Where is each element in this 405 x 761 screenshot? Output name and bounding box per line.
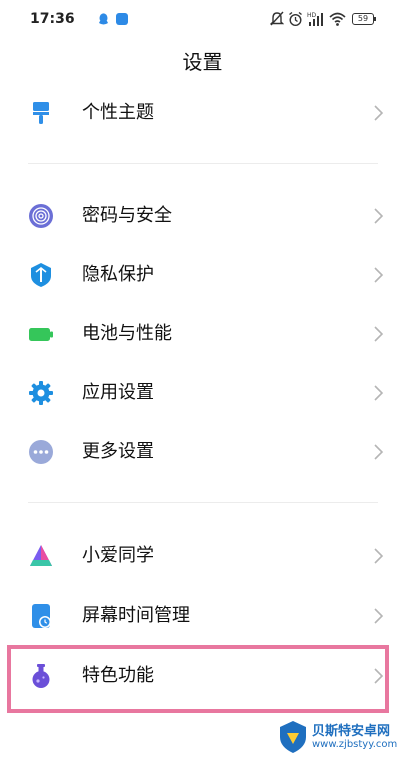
- settings-item-xiaoai[interactable]: 小爱同学: [0, 527, 405, 585]
- wifi-icon: [329, 12, 346, 26]
- qq-icon: [99, 13, 108, 25]
- highlight-box: [7, 645, 389, 713]
- gear-icon: [29, 381, 53, 405]
- settings-item-label: 电池与性能: [82, 323, 172, 344]
- settings-item-label: 应用设置: [82, 382, 154, 403]
- chevron-right-icon: [374, 385, 384, 401]
- chevron-right-icon: [374, 208, 384, 224]
- battery-icon: [29, 328, 53, 341]
- svg-text:HD: HD: [307, 12, 317, 19]
- battery-level: 59: [357, 14, 369, 23]
- watermark-name: 贝斯特安卓网: [312, 724, 391, 739]
- settings-item-password-security[interactable]: 密码与安全: [0, 187, 405, 245]
- privacy-shield-icon: [31, 263, 51, 287]
- chevron-right-icon: [374, 548, 384, 564]
- alarm-icon: [289, 11, 302, 27]
- page-title: 设置: [182, 50, 223, 74]
- notification-off-icon: [270, 11, 284, 26]
- status-time: 17:36: [30, 11, 75, 27]
- settings-item-label: 隐私保护: [82, 264, 154, 285]
- battery-indicator: 59: [352, 11, 377, 27]
- chevron-right-icon: [374, 444, 384, 460]
- settings-item-label: 小爱同学: [82, 545, 154, 566]
- xiaoai-icon: [30, 545, 52, 566]
- screen-time-icon: [32, 604, 51, 628]
- settings-item-more-settings[interactable]: 更多设置: [0, 423, 405, 481]
- settings-item-app-settings[interactable]: 应用设置: [0, 364, 405, 422]
- chevron-right-icon: [374, 267, 384, 283]
- watermark-url: www.zjbstyy.com: [312, 739, 398, 750]
- settings-item-label: 个性主题: [82, 102, 154, 123]
- divider: [28, 502, 378, 503]
- chevron-right-icon: [374, 608, 384, 624]
- cellular-signal-icon: HD: [307, 12, 323, 26]
- status-bar: 17:36 HD 59: [0, 0, 405, 36]
- settings-item-label: 密码与安全: [82, 205, 172, 226]
- more-dots-icon: [29, 440, 53, 464]
- watermark: 贝斯特安卓网 www.zjbstyy.com: [278, 718, 402, 758]
- chevron-right-icon: [374, 326, 384, 342]
- settings-item-label: 更多设置: [82, 441, 154, 462]
- watermark-logo-icon: [280, 721, 306, 753]
- settings-item-theme[interactable]: 个性主题: [0, 84, 405, 142]
- settings-item-screen-time[interactable]: 屏幕时间管理: [0, 587, 405, 645]
- settings-item-battery-performance[interactable]: 电池与性能: [0, 305, 405, 363]
- app-badge-icon: [116, 13, 128, 25]
- chevron-right-icon: [374, 105, 384, 121]
- paint-brush-icon: [33, 102, 49, 124]
- settings-item-label: 屏幕时间管理: [82, 605, 190, 626]
- divider: [28, 163, 378, 164]
- settings-item-privacy[interactable]: 隐私保护: [0, 246, 405, 304]
- fingerprint-icon: [29, 204, 53, 228]
